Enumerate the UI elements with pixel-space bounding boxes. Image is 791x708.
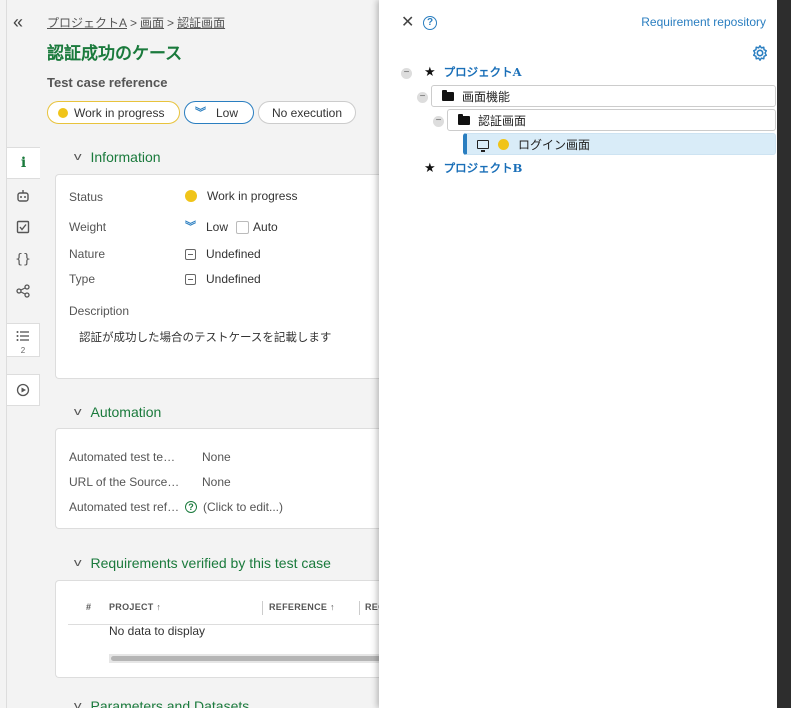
- automated-tech-value[interactable]: None: [202, 450, 231, 464]
- breadcrumb-project[interactable]: プロジェクトA: [47, 16, 127, 30]
- source-url-value[interactable]: None: [202, 475, 231, 489]
- checkbox-icon[interactable]: [6, 211, 40, 243]
- drawer-title: Requirement repository: [641, 15, 766, 29]
- automated-ref-label: Automated test refer…: [69, 500, 181, 514]
- empty-message: No data to display: [109, 624, 206, 638]
- chevron-down-icon: v: [73, 406, 82, 418]
- status-label: Status: [69, 190, 104, 204]
- breadcrumb: プロジェクトA > 画面 > 認証画面: [47, 16, 226, 30]
- chevron-down-icon: v: [73, 151, 82, 163]
- chevron-down-icon: v: [73, 557, 82, 569]
- tree-node-project-b[interactable]: ★ プロジェクトB: [424, 157, 522, 179]
- tree-node-login-screen[interactable]: ログイン画面: [463, 133, 776, 155]
- column-divider[interactable]: [262, 601, 263, 615]
- requirement-repository-drawer: ✕ ? Requirement repository − ★ プロジェクトA −…: [379, 0, 777, 708]
- monitor-icon: [477, 139, 489, 152]
- status-field[interactable]: Work in progress: [185, 189, 297, 203]
- close-icon[interactable]: ✕: [401, 12, 414, 32]
- chevron-down-icon: v: [73, 700, 82, 708]
- page-title: 認証成功のケース: [47, 44, 183, 63]
- window-edge: [777, 0, 791, 708]
- column-header-reference[interactable]: REFERENCE ↑: [269, 602, 335, 612]
- requirements-count: 2: [20, 346, 26, 355]
- folder-icon: [458, 113, 470, 125]
- weight-pill[interactable]: ︾ Low: [184, 101, 254, 124]
- info-icon[interactable]: i: [6, 147, 40, 179]
- description-label: Description: [69, 304, 130, 318]
- requirements-card: # PROJECT ↑ REFERENCE ↑ REQ No data to d…: [55, 580, 379, 678]
- test-case-reference[interactable]: Test case reference: [47, 75, 167, 90]
- tree-node-screen-function[interactable]: 画面機能: [431, 85, 776, 107]
- status-pill[interactable]: Work in progress: [47, 101, 180, 124]
- collapse-toggle-icon[interactable]: −: [417, 92, 428, 103]
- column-header-project[interactable]: PROJECT ↑: [109, 602, 161, 612]
- test-case-pane: « プロジェクトA > 画面 > 認証画面 認証成功のケース Test case ref…: [0, 0, 379, 708]
- parameters-section-header[interactable]: v Parameters and Datasets: [73, 698, 249, 708]
- share-icon[interactable]: [6, 275, 40, 307]
- type-label: Type: [69, 272, 96, 286]
- column-header-requirement[interactable]: REQ: [365, 602, 379, 612]
- undefined-icon: [185, 273, 196, 285]
- description-text[interactable]: 認証が成功した場合のテストケースを記載します: [79, 329, 331, 345]
- help-icon[interactable]: ?: [423, 16, 437, 30]
- list-icon[interactable]: 2: [6, 323, 40, 357]
- column-divider[interactable]: [359, 601, 360, 615]
- column-header-number: #: [86, 602, 92, 612]
- help-icon: ?: [185, 501, 197, 513]
- nature-field[interactable]: Undefined: [185, 247, 261, 261]
- nature-label: Nature: [69, 247, 106, 261]
- breadcrumb-screen[interactable]: 画面: [140, 16, 164, 30]
- folder-icon: [442, 89, 454, 101]
- undefined-icon: [185, 248, 196, 260]
- automated-ref-field[interactable]: ? (Click to edit...): [185, 500, 283, 514]
- braces-icon[interactable]: {}: [6, 243, 40, 275]
- breadcrumb-auth[interactable]: 認証画面: [177, 16, 225, 30]
- execution-pill[interactable]: No execution: [258, 101, 356, 124]
- requirements-section-header[interactable]: v Requirements verified by this test cas…: [73, 555, 331, 571]
- information-card: Status Work in progress Weight ︾ Low Aut…: [55, 174, 379, 379]
- star-icon: ★: [424, 64, 436, 79]
- gear-icon[interactable]: [751, 44, 769, 62]
- auto-checkbox[interactable]: [236, 220, 250, 234]
- chevrons-down-icon: ︾: [185, 221, 196, 233]
- weight-label: Weight: [69, 220, 107, 234]
- play-icon[interactable]: [6, 374, 40, 406]
- status-dot-icon: [498, 138, 509, 150]
- collapse-icon[interactable]: «: [13, 13, 31, 33]
- collapse-toggle-icon[interactable]: −: [401, 68, 412, 79]
- automation-section-header[interactable]: v Automation: [73, 404, 161, 420]
- robot-icon[interactable]: [6, 180, 40, 212]
- automation-card: Automated test technol… None URL of the …: [55, 428, 379, 529]
- status-dot-icon: [58, 107, 68, 118]
- information-section-header[interactable]: v Information: [73, 149, 161, 165]
- status-dot-icon: [185, 190, 197, 202]
- horizontal-scrollbar[interactable]: [109, 654, 379, 663]
- source-url-label: URL of the Source code …: [69, 475, 181, 489]
- tree-node-project-a[interactable]: ★ プロジェクトA: [424, 61, 522, 83]
- collapse-toggle-icon[interactable]: −: [433, 116, 444, 127]
- tree-node-auth-screen[interactable]: 認証画面: [447, 109, 776, 131]
- scrollbar-thumb[interactable]: [111, 656, 379, 661]
- automated-tech-label: Automated test technol…: [69, 450, 181, 464]
- type-field[interactable]: Undefined: [185, 272, 261, 286]
- weight-field[interactable]: ︾ Low Auto: [185, 220, 278, 234]
- chevrons-down-icon: ︾: [195, 106, 206, 119]
- star-icon: ★: [424, 160, 436, 175]
